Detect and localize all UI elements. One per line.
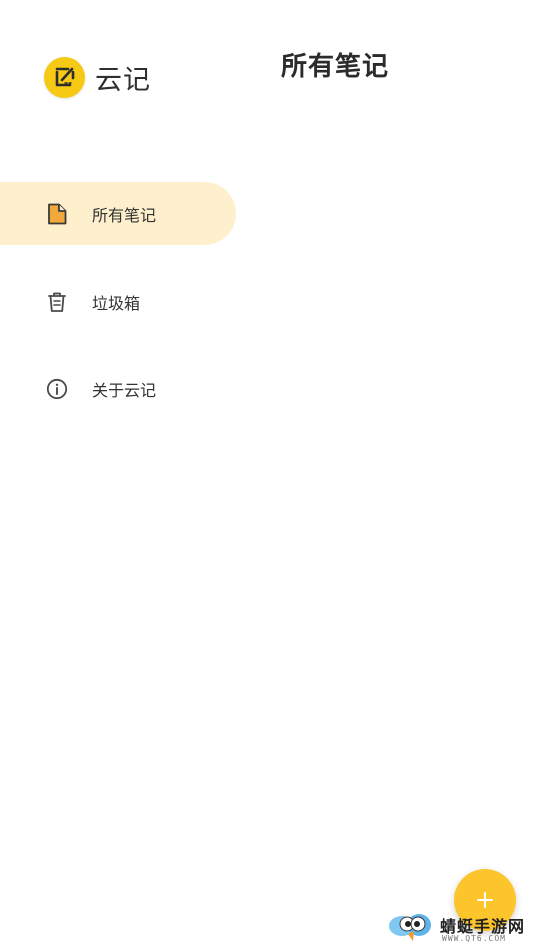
info-icon — [44, 376, 70, 402]
plus-icon — [475, 890, 495, 910]
note-icon — [44, 201, 70, 227]
app-brand: 云记 — [44, 56, 151, 98]
sidebar-item-about[interactable]: 关于云记 — [0, 357, 236, 420]
sidebar-item-label: 垃圾箱 — [92, 293, 141, 313]
sidebar-item-label: 所有笔记 — [92, 205, 157, 225]
page-title: 所有笔记 — [280, 52, 389, 82]
edit-note-icon — [44, 56, 85, 98]
sidebar-item-all-notes[interactable]: 所有笔记 — [0, 182, 236, 245]
dragonfly-mascot-icon — [388, 910, 436, 946]
site-watermark: 蜻蜓手游网 WWW.QT6.COM — [388, 910, 532, 946]
sidebar-item-label: 关于云记 — [92, 380, 157, 400]
navigation-drawer: 云记 所有笔记 垃圾箱 关于云记 — [0, 0, 240, 949]
trash-icon — [44, 289, 70, 315]
sidebar-item-trash[interactable]: 垃圾箱 — [0, 270, 236, 333]
watermark-url: WWW.QT6.COM — [442, 934, 506, 943]
app-name: 云记 — [95, 64, 151, 96]
